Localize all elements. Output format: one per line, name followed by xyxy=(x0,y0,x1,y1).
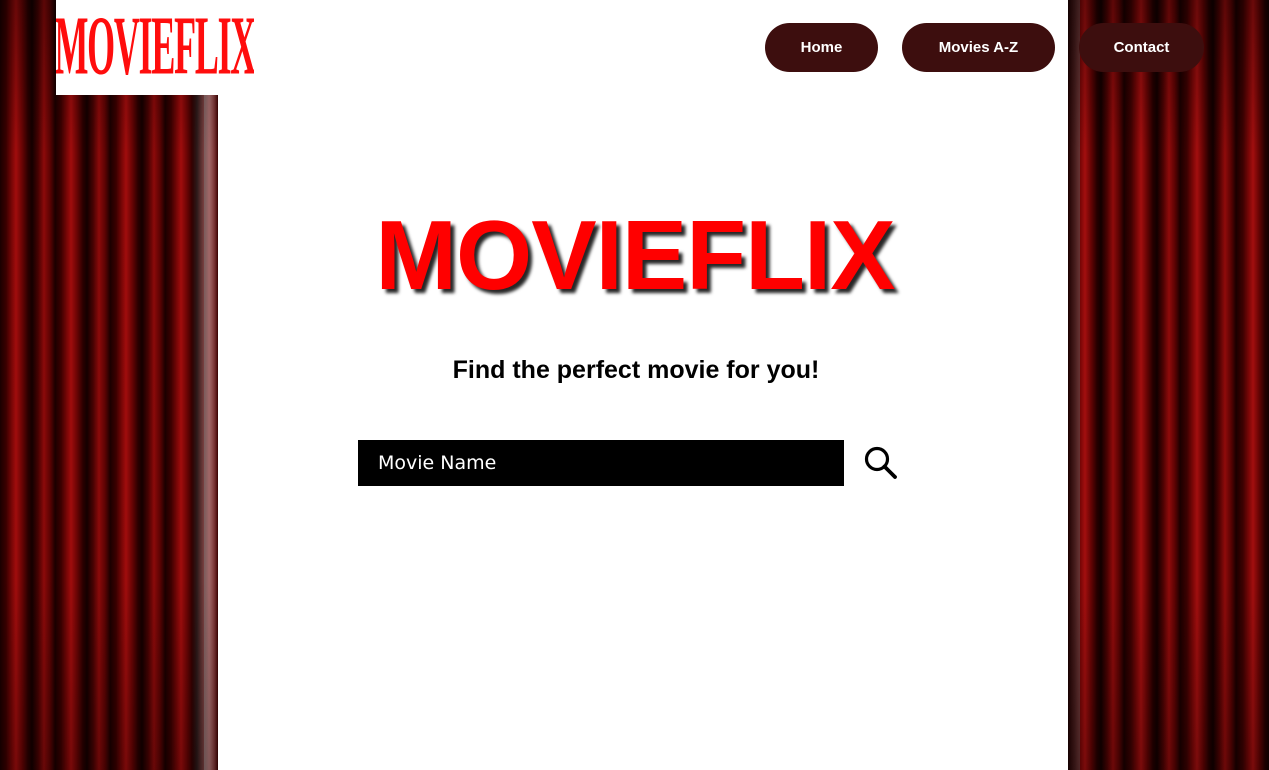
tagline: Find the perfect movie for you! xyxy=(452,356,820,384)
movie-search-input[interactable] xyxy=(358,440,844,486)
nav-home-button[interactable]: Home xyxy=(765,23,878,72)
nav-contact-button[interactable]: Contact xyxy=(1079,23,1204,72)
right-curtain xyxy=(1068,0,1269,770)
hero-title: MOVIEFLIX xyxy=(375,200,895,310)
nav-movies-az-button[interactable]: Movies A-Z xyxy=(902,23,1055,72)
page: MOVIEFLIX Home Movies A-Z Contact MOVIEF… xyxy=(0,0,1269,770)
search-button[interactable] xyxy=(862,444,900,482)
search-icon xyxy=(862,444,900,482)
site-logo[interactable]: MOVIEFLIX xyxy=(56,0,254,95)
logo-text: MOVIEFLIX xyxy=(56,0,254,92)
left-curtain xyxy=(0,0,218,770)
